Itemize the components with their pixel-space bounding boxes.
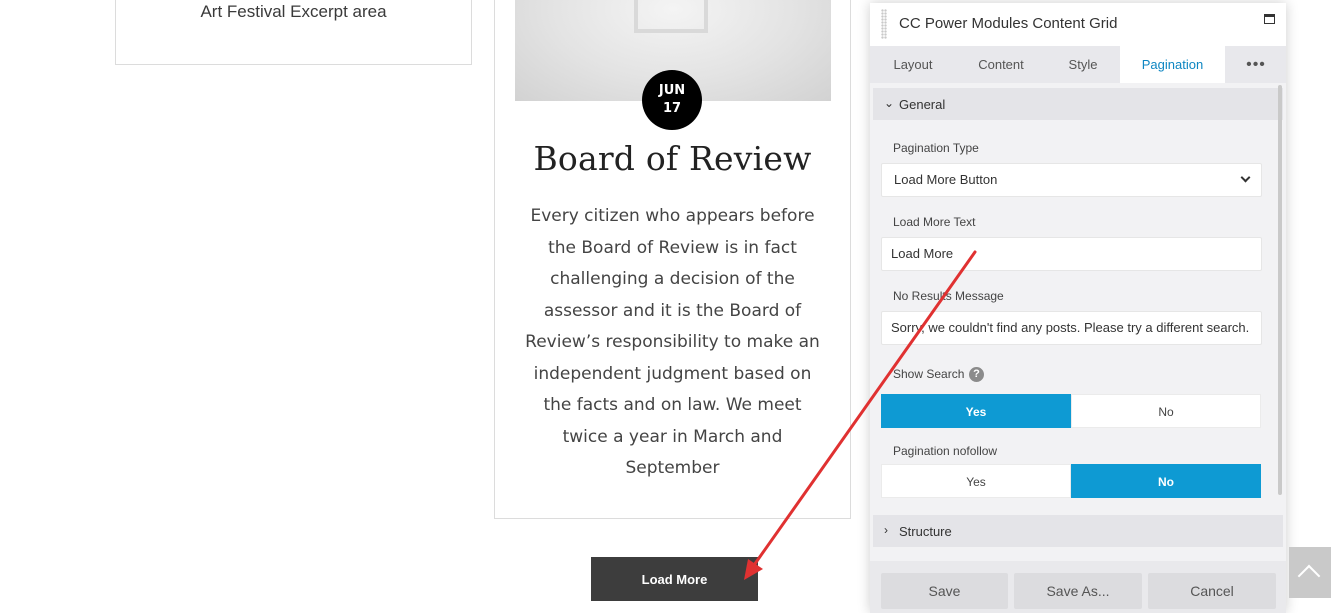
save-as-button[interactable]: Save As...: [1014, 573, 1142, 609]
section-structure[interactable]: › Structure: [873, 515, 1283, 547]
help-icon[interactable]: ?: [969, 367, 984, 382]
show-search-no-button[interactable]: No: [1071, 394, 1261, 428]
section-general-label: General: [899, 97, 946, 112]
post-body: Every citizen who appears before the Boa…: [525, 206, 820, 478]
drag-handle-icon[interactable]: [881, 9, 887, 39]
post-card-art-festival: Art Festival Excerpt area: [115, 0, 472, 65]
settings-panel: CC Power Modules Content Grid Layout Con…: [870, 3, 1286, 613]
chevron-down-icon: ⌄: [884, 96, 895, 110]
no-results-input[interactable]: Sorry, we couldn't find any posts. Pleas…: [881, 311, 1262, 345]
nofollow-toggle: Yes No: [881, 464, 1261, 498]
tab-pagination[interactable]: Pagination: [1120, 46, 1225, 83]
panel-title: CC Power Modules Content Grid: [899, 15, 1118, 32]
section-structure-label: Structure: [899, 524, 952, 539]
panel-header[interactable]: CC Power Modules Content Grid: [870, 3, 1286, 46]
section-general-tab[interactable]: ⌄ General: [873, 88, 955, 120]
more-tabs-icon[interactable]: •••: [1236, 46, 1276, 83]
post-excerpt: Art Festival Excerpt area: [200, 2, 387, 21]
show-search-label: Show Search: [893, 367, 965, 381]
show-search-toggle: Yes No: [881, 394, 1261, 428]
image-placeholder-icon: [634, 0, 708, 33]
chevron-down-icon: [1240, 172, 1251, 183]
pagination-type-select[interactable]: Load More Button: [881, 163, 1262, 197]
save-button[interactable]: Save: [881, 573, 1008, 609]
tab-content[interactable]: Content: [956, 46, 1046, 83]
chevron-right-icon: ›: [884, 523, 888, 537]
panel-tabs: Layout Content Style Pagination •••: [870, 46, 1286, 83]
scroll-to-top-button[interactable]: [1289, 547, 1331, 598]
load-more-button[interactable]: Load More: [591, 557, 758, 601]
post-title[interactable]: Board of Review: [495, 139, 850, 178]
tab-style[interactable]: Style: [1046, 46, 1120, 83]
date-badge: JUN 17: [642, 70, 702, 130]
nofollow-yes-button[interactable]: Yes: [881, 464, 1071, 498]
nofollow-label: Pagination nofollow: [893, 444, 998, 458]
cancel-button[interactable]: Cancel: [1148, 573, 1276, 609]
show-search-yes-button[interactable]: Yes: [881, 394, 1071, 428]
pagination-type-label: Pagination Type: [893, 141, 979, 155]
section-general[interactable]: ⌄ General: [873, 88, 1283, 120]
load-more-text-input[interactable]: Load More: [881, 237, 1262, 271]
no-results-label: No Results Message: [893, 289, 1004, 303]
panel-scrollbar[interactable]: [1278, 85, 1282, 495]
nofollow-no-button[interactable]: No: [1071, 464, 1261, 498]
date-month: JUN: [658, 83, 686, 98]
load-more-text-label: Load More Text: [893, 215, 976, 229]
pagination-type-value: Load More Button: [894, 172, 998, 187]
date-day: 17: [662, 101, 682, 116]
tab-layout[interactable]: Layout: [870, 46, 956, 83]
panel-footer: Save Save As... Cancel: [870, 561, 1286, 613]
post-card-board-of-review: JUN 17 Board of Review Every citizen who…: [494, 0, 851, 519]
maximize-window-icon[interactable]: [1264, 14, 1275, 24]
